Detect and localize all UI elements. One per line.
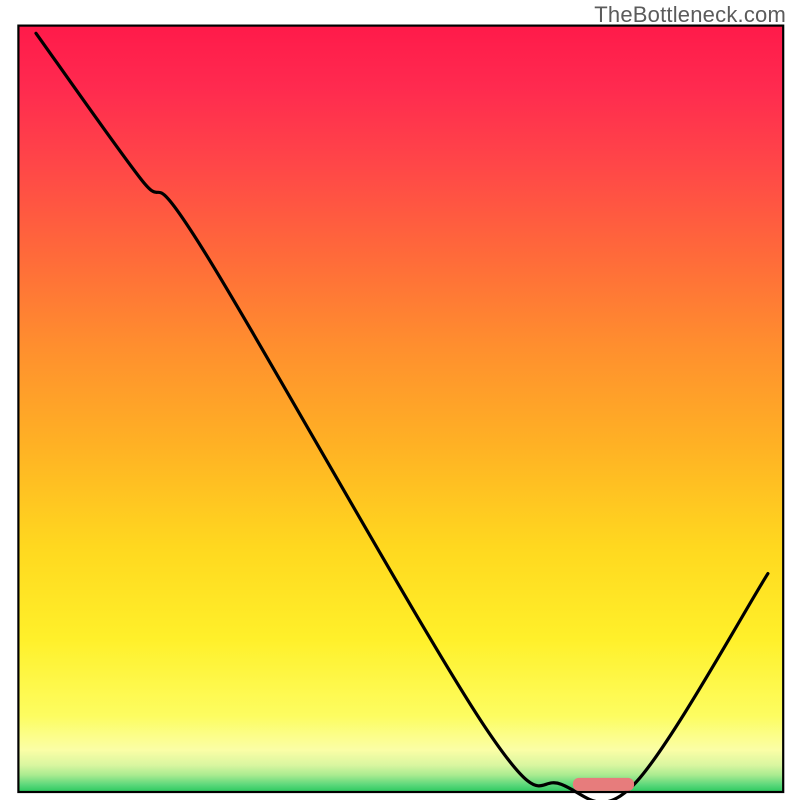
bottleneck-curve-chart [0,0,800,800]
gradient-background [18,26,783,792]
watermark-text: TheBottleneck.com [594,2,786,28]
optimal-range-marker [573,778,634,791]
chart-container: TheBottleneck.com [0,0,800,800]
